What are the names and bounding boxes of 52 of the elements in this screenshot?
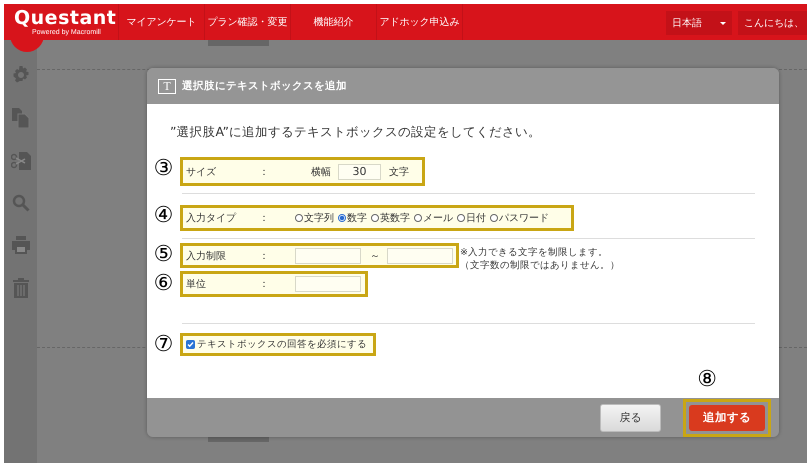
option-label: メール [423,212,453,225]
instruction-text: ”選択肢A”に追加するテキストボックスの設定をしてください。 [170,124,541,141]
settings-icon[interactable] [12,66,30,84]
field-label: 入力タイプ [185,212,238,225]
option-label: 数字 [347,212,367,225]
back-button[interactable]: 戻る [600,404,661,432]
option-label: 英数字 [380,212,410,225]
input-field[interactable] [295,248,361,264]
colon: ： [259,212,270,225]
width-label: 横幅 [311,166,331,178]
text-box-icon: T [158,78,176,94]
option-label: 文字列 [304,212,334,225]
input-field[interactable] [295,276,361,292]
callout-number: ⑧ [697,368,717,392]
checkbox[interactable] [186,340,195,349]
callout-number: ⑥ [152,272,174,296]
input-field[interactable] [387,248,453,264]
search-icon[interactable] [12,194,30,212]
callout-number: ④ [152,204,174,228]
callout-number: ⑦ [152,333,174,357]
field-label: サイズ [185,166,217,178]
radio-button[interactable] [414,214,422,222]
radio-button[interactable] [371,214,379,222]
range-separator: ～ [370,250,380,262]
colon: ： [259,166,270,178]
radio-button[interactable] [457,214,465,222]
field-label: 入力制限 [185,250,227,262]
unit-label: 文字 [389,166,409,178]
field-label: 単位 [185,278,207,291]
radio-button[interactable] [295,214,303,222]
printer-icon[interactable] [12,236,30,254]
checkbox-label: テキストボックスの回答を必須にする [197,338,368,351]
option-label: パスワード [499,212,549,225]
logo[interactable]: Questant [14,8,118,28]
radio-button[interactable] [338,214,346,222]
language-select[interactable]: 日本語 [666,11,732,35]
colon: ： [259,278,270,291]
add-button[interactable]: 追加する [689,404,765,430]
hint-text: ※入力できる文字を制限します。 [460,246,609,259]
caret-icon [720,22,726,24]
dialog-title: 選択肢にテキストボックスを追加 [182,79,347,93]
trash-icon[interactable] [12,278,28,298]
user-menu[interactable]: こんにちは、 [738,11,807,35]
cut-document-icon[interactable] [10,152,30,170]
callout-number: ⑤ [152,243,174,267]
colon: ： [259,250,270,262]
option-label: 日付 [466,212,486,225]
copy-icon[interactable] [12,108,30,128]
input-field[interactable]: 30 [338,164,381,180]
radio-button[interactable] [490,214,498,222]
callout-number: ③ [152,157,174,181]
hint-text: （文字数の制限ではありません。） [460,259,620,272]
